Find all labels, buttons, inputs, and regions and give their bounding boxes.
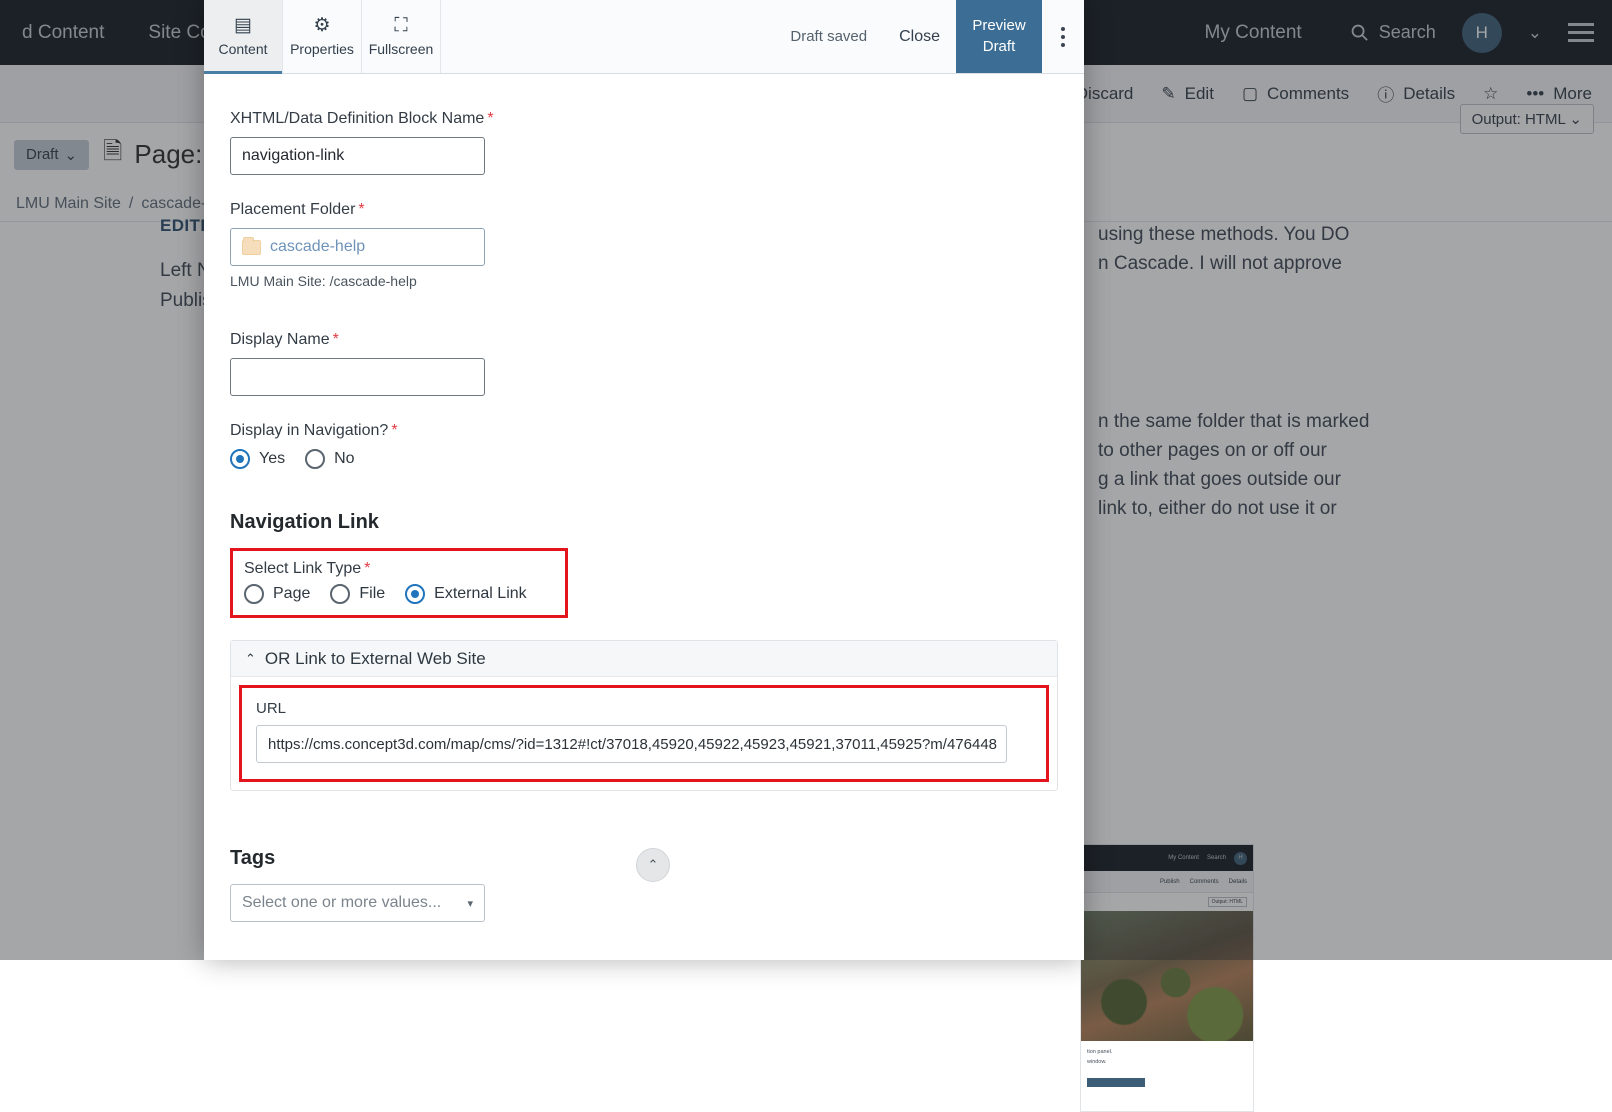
display-in-navigation-label: Display in Navigation? * [230,422,1058,440]
display-name-input[interactable] [230,358,485,396]
chevron-up-icon: ⌃ [245,650,256,666]
placement-folder-label-text: Placement Folder [230,201,356,218]
kebab-menu-icon[interactable] [1042,26,1084,47]
required-marker: * [364,560,371,577]
close-button[interactable]: Close [883,28,956,46]
select-link-type-label: Select Link Type * [244,560,554,578]
placement-folder-value: cascade-help [270,238,366,255]
block-name-label-text: XHTML/Data Definition Block Name [230,110,485,127]
select-link-type-radio-group: Page File External Link [244,584,554,604]
required-marker: * [358,201,365,218]
radio-button-selected [405,584,426,604]
external-link-panel-title: OR Link to External Web Site [264,648,486,668]
external-link-panel-header[interactable]: ⌃ OR Link to External Web Site [231,641,1057,677]
content-document-icon: ▤ [234,15,252,36]
url-input[interactable]: https://cms.concept3d.com/map/cms/?id=13… [256,725,1007,763]
display-name-label-text: Display Name [230,331,330,348]
placement-folder-helper: LMU Main Site: /cascade-help [230,273,417,289]
radio-button [305,449,326,469]
tab-fullscreen[interactable]: ⛶ Fullscreen [362,0,441,73]
modal-header: ▤ Content ⚙ Properties ⛶ Fullscreen Draf… [204,0,1084,74]
tab-fullscreen-label: Fullscreen [368,41,434,57]
tab-properties-label: Properties [290,41,354,57]
url-field-highlight: URL https://cms.concept3d.com/map/cms/?i… [239,685,1049,782]
edit-block-modal: ▤ Content ⚙ Properties ⛶ Fullscreen Draf… [204,0,1084,960]
radio-display-nav-yes-label: Yes [259,450,286,467]
block-name-input[interactable]: navigation-link [230,137,485,175]
required-marker: * [391,422,398,439]
tags-select-placeholder: Select one or more values... [242,894,442,911]
radio-link-type-file-label: File [359,585,386,602]
display-in-navigation-label-text: Display in Navigation? [230,422,389,439]
display-name-label: Display Name * [230,331,1058,349]
radio-link-type-file[interactable]: File [330,584,385,604]
embedded-caption: tion panel. window. [1081,1041,1253,1074]
external-link-panel: ⌃ OR Link to External Web Site URL https… [230,640,1058,791]
tab-properties[interactable]: ⚙ Properties [283,0,362,73]
panel-collapse-knob[interactable]: ⌃ [636,848,670,882]
embedded-caption-line-2: window. [1087,1059,1107,1066]
modal-body: XHTML/Data Definition Block Name * naviga… [204,74,1084,960]
placement-folder-input[interactable]: cascade-help [230,228,485,266]
placement-folder-label: Placement Folder * [230,201,1058,219]
url-label: URL [256,700,287,717]
tags-select[interactable]: Select one or more values... ▾ [230,884,485,922]
required-marker: * [332,331,339,348]
chevron-down-icon: ▾ [467,897,473,910]
fullscreen-expand-icon: ⛶ [394,15,408,36]
radio-link-type-page-label: Page [273,585,311,602]
gear-icon: ⚙ [313,15,331,36]
modal-header-actions: Draft saved Close Preview Draft [774,0,1084,73]
radio-link-type-page[interactable]: Page [244,584,310,604]
select-link-type-highlight: Select Link Type * Page File External Lin… [230,548,568,618]
chevron-up-icon: ⌃ [647,857,659,872]
radio-button-selected [230,449,250,469]
preview-draft-button[interactable]: Preview Draft [956,0,1042,73]
folder-icon [242,236,261,255]
radio-button [330,584,351,604]
draft-saved-status: Draft saved [790,28,868,45]
display-in-navigation-radio-group: Yes No [230,449,1058,469]
radio-link-type-external[interactable]: External Link [405,584,527,604]
select-link-type-label-text: Select Link Type [244,560,362,577]
embedded-button [1087,1077,1145,1087]
radio-display-nav-no[interactable]: No [305,449,355,469]
radio-display-nav-yes[interactable]: Yes [230,449,285,469]
tab-content[interactable]: ▤ Content [204,0,283,74]
radio-button [244,584,264,604]
radio-link-type-external-label: External Link [434,585,527,602]
required-marker: * [487,110,494,127]
navigation-link-section-title: Navigation Link [230,511,379,533]
embedded-caption-line-1: tion panel. [1087,1049,1113,1055]
radio-display-nav-no-label: No [334,450,355,467]
block-name-label: XHTML/Data Definition Block Name * [230,110,1058,128]
tab-content-label: Content [218,41,268,57]
